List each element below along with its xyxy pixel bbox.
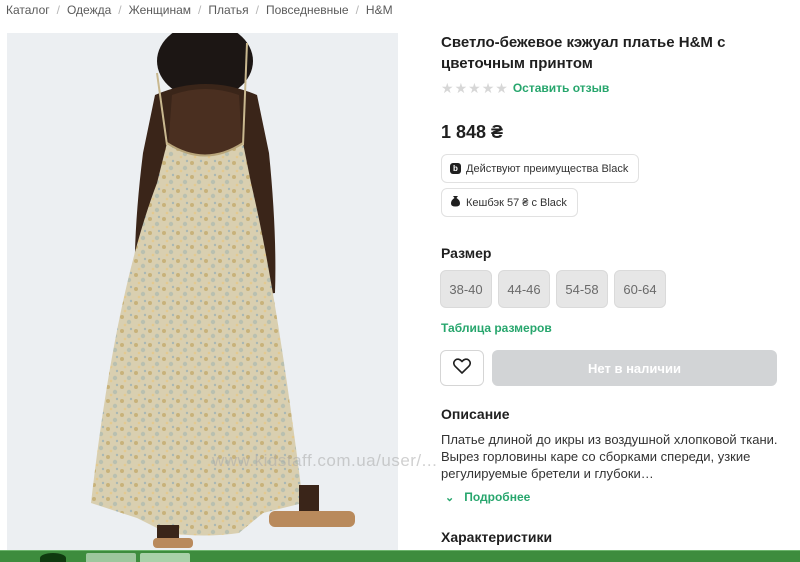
star-icon[interactable]: ★ [482, 81, 495, 95]
size-option-38-40[interactable]: 38-40 [440, 270, 492, 308]
star-icon[interactable]: ★ [441, 81, 454, 95]
leave-review-link[interactable]: Оставить отзыв [513, 81, 609, 95]
star-icon[interactable]: ★ [495, 81, 508, 95]
cashback-badge[interactable]: Кешбэк 57 ₴ с Black [441, 188, 578, 217]
description-text: Платье длиной до икры из воздушной хлопк… [441, 432, 778, 481]
star-icon[interactable]: ★ [468, 81, 481, 95]
dress-illustration [7, 33, 398, 550]
breadcrumb-item-brand[interactable]: H&M [366, 3, 393, 17]
breadcrumb-item-catalog[interactable]: Каталог [6, 3, 50, 17]
breadcrumb-item-women[interactable]: Женщинам [129, 3, 191, 17]
black-b-icon: b [450, 163, 461, 174]
heart-icon [452, 357, 472, 379]
os-taskbar [0, 550, 800, 562]
size-heading: Размер [441, 245, 492, 261]
breadcrumb-item-clothing[interactable]: Одежда [67, 3, 111, 17]
rating-stars[interactable]: ★ ★ ★ ★ ★ [441, 81, 508, 95]
breadcrumb: Каталог / Одежда / Женщинам / Платья / П… [6, 3, 393, 17]
product-title: Светло-бежевое кэжуал платье H&M с цвето… [441, 34, 726, 72]
chevron-down-icon: ⌄ [445, 491, 455, 504]
watermark: www.kidstaff.com.ua/user/... [212, 451, 438, 470]
breadcrumb-separator: / [56, 3, 60, 17]
breadcrumb-separator: / [355, 3, 359, 17]
read-more-link[interactable]: ⌄ Подробнее [445, 490, 530, 504]
favorite-button[interactable] [440, 350, 484, 386]
product-photo[interactable] [7, 33, 398, 550]
black-benefits-label: Действуют преимущества Black [466, 162, 629, 175]
taskbar-app-icon[interactable] [40, 553, 66, 562]
rating-row: ★ ★ ★ ★ ★ Оставить отзыв [441, 81, 609, 95]
taskbar-app-button[interactable] [86, 553, 136, 562]
read-more-label: Подробнее [464, 490, 531, 504]
size-selector: 38-40 44-46 54-58 60-64 [440, 270, 666, 308]
out-of-stock-button[interactable]: Нет в наличии [492, 350, 777, 386]
cashback-label: Кешбэк 57 ₴ с Black [466, 196, 567, 209]
star-icon[interactable]: ★ [455, 81, 468, 95]
breadcrumb-item-dresses[interactable]: Платья [208, 3, 248, 17]
description-heading: Описание [441, 406, 510, 422]
black-benefits-badge[interactable]: b Действуют преимущества Black [441, 154, 640, 183]
size-option-54-58[interactable]: 54-58 [556, 270, 608, 308]
size-table-link[interactable]: Таблица размеров [441, 321, 552, 335]
money-bag-icon [450, 195, 461, 210]
size-option-60-64[interactable]: 60-64 [614, 270, 666, 308]
taskbar-app-button[interactable] [140, 553, 190, 562]
breadcrumb-separator: / [255, 3, 259, 17]
breadcrumb-separator: / [198, 3, 202, 17]
size-option-44-46[interactable]: 44-46 [498, 270, 550, 308]
breadcrumb-item-casual[interactable]: Повседневные [266, 3, 349, 17]
price: 1 848 ₴ [441, 122, 504, 142]
characteristics-heading: Характеристики [441, 529, 553, 545]
breadcrumb-separator: / [118, 3, 122, 17]
